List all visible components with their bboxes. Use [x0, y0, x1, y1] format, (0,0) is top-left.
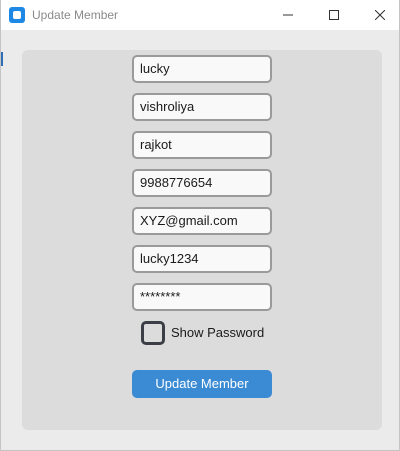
maximize-icon	[329, 10, 339, 20]
update-member-window: Update Member lucky vishroliya rajkot 99…	[0, 0, 400, 451]
title-bar[interactable]: Update Member	[1, 0, 399, 30]
show-password-checkbox[interactable]	[141, 321, 165, 345]
window-title: Update Member	[32, 8, 119, 22]
minimize-icon	[283, 14, 293, 16]
password-field[interactable]: ********	[132, 283, 272, 311]
last-name-field[interactable]: vishroliya	[132, 93, 272, 121]
window-edge-accent	[1, 52, 3, 66]
minimize-button[interactable]	[265, 0, 311, 30]
city-field[interactable]: rajkot	[132, 131, 272, 159]
maximize-button[interactable]	[311, 0, 357, 30]
email-field[interactable]: XYZ@gmail.com	[132, 207, 272, 235]
app-icon	[9, 7, 25, 23]
first-name-field[interactable]: lucky	[132, 55, 272, 83]
update-member-button[interactable]: Update Member	[132, 370, 272, 398]
username-field[interactable]: lucky1234	[132, 245, 272, 273]
close-icon	[375, 10, 385, 20]
show-password-label[interactable]: Show Password	[171, 325, 264, 340]
close-button[interactable]	[357, 0, 400, 30]
phone-field[interactable]: 9988776654	[132, 169, 272, 197]
